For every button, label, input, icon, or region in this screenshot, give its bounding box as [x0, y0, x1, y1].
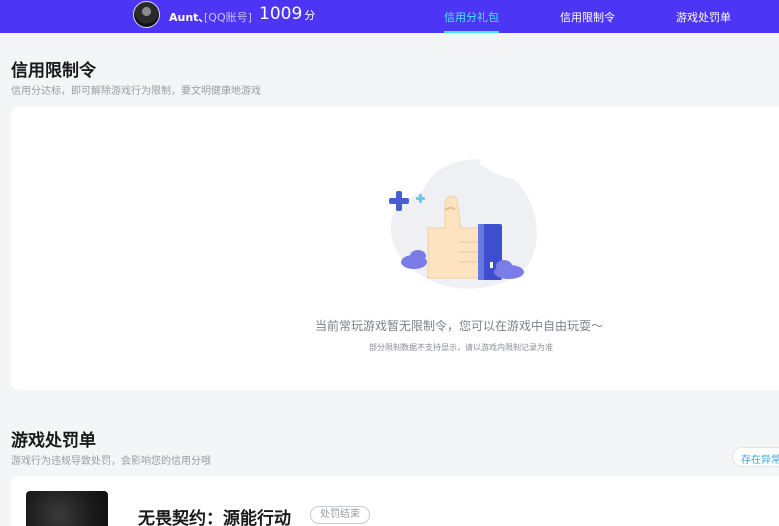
empty-state-message: 当前常玩游戏暂无限制令，您可以在游戏中自由玩耍～ [314, 319, 603, 333]
tab-credit-restriction[interactable]: 信用限制令 [560, 9, 615, 25]
status-badge: 处罚结束 [310, 506, 370, 524]
thumbs-up-illustration [389, 159, 537, 289]
abnormal-filter-button[interactable]: 存在异常 [732, 447, 779, 467]
credit-score-unit: 分 [304, 9, 316, 22]
game-name[interactable]: 无畏契约：源能行动 [138, 504, 291, 526]
credit-score: 1009 分 [259, 4, 315, 24]
penalty-card [11, 476, 779, 526]
credit-score-value: 1009 [259, 4, 303, 24]
avatar[interactable] [133, 1, 160, 28]
penalty-subtitle: 游戏行为违规导致处罚，会影响您的信用分哦 [11, 456, 211, 467]
account-type: [QQ账号] [204, 11, 252, 24]
restriction-subtitle: 信用分达标，即可解除游戏行为限制，要文明健康地游戏 [11, 86, 261, 97]
tab-game-penalty[interactable]: 游戏处罚单 [676, 9, 731, 25]
game-cover-image[interactable] [26, 491, 108, 526]
restriction-title: 信用限制令 [11, 61, 96, 81]
penalty-title: 游戏处罚单 [11, 431, 96, 451]
top-bar: Aunt、 [QQ账号] 1009 分 信用分礼包 信用限制令 游戏处罚单 [0, 0, 779, 33]
empty-state-note: 部分限制数据不支持显示，请以游戏内限制记录为准 [369, 343, 553, 352]
tab-credit-gift[interactable]: 信用分礼包 [444, 9, 499, 33]
